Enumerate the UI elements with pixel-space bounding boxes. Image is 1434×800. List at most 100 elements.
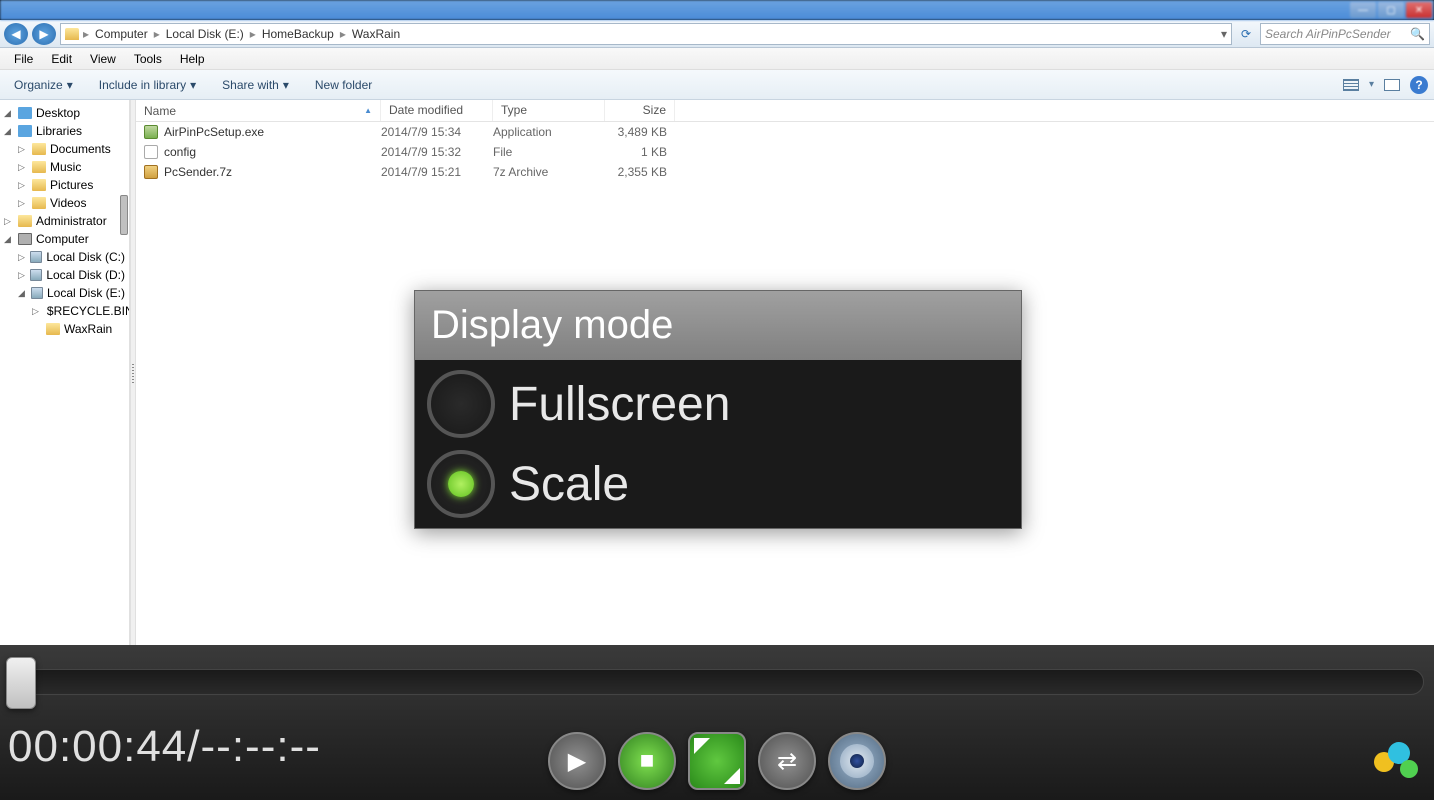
tree-item[interactable]: ◢ Libraries [0, 122, 129, 140]
tree-item-label: Videos [50, 196, 86, 210]
tree-item[interactable]: ◢Local Disk (E:) [0, 284, 129, 302]
file-name: PcSender.7z [164, 165, 232, 179]
tree-toggle-icon[interactable]: ▷ [18, 198, 28, 209]
sort-ascending-icon: ▲ [364, 106, 372, 115]
breadcrumb-item[interactable]: Computer [93, 27, 150, 41]
folder-icon [32, 143, 46, 155]
forward-button[interactable]: ▶ [32, 23, 56, 45]
window-close-button[interactable]: ✕ [1406, 2, 1432, 18]
folder-icon [18, 107, 32, 119]
tree-item[interactable]: ▷ Local Disk (C:) [0, 248, 129, 266]
folder-icon [18, 125, 32, 137]
window-maximize-button[interactable]: ▢ [1378, 2, 1404, 18]
tree-item[interactable]: ▷Music [0, 158, 129, 176]
arrow-icon [694, 738, 710, 754]
settings-button[interactable] [828, 732, 886, 790]
radio-label: Scale [509, 457, 629, 512]
breadcrumb-item[interactable]: HomeBackup [260, 27, 336, 41]
search-input[interactable]: Search AirPinPcSender 🔍 [1260, 23, 1430, 45]
breadcrumb-item[interactable]: Local Disk (E:) [164, 27, 246, 41]
file-type: File [493, 145, 605, 159]
navigation-bar: ◀ ▶ ▸ Computer ▸ Local Disk (E:) ▸ HomeB… [0, 20, 1434, 48]
tree-toggle-icon[interactable]: ▷ [18, 180, 28, 191]
seek-bar[interactable] [0, 657, 1434, 707]
tree-toggle-icon[interactable]: ▷ [18, 162, 28, 173]
tree-toggle-icon[interactable]: ▷ [4, 216, 14, 227]
address-dropdown-button[interactable]: ▾ [1221, 27, 1227, 41]
navigation-tree: ◢Desktop◢Libraries▷Documents▷Music▷Pictu… [0, 100, 130, 645]
column-header-date[interactable]: Date modified [381, 100, 493, 121]
breadcrumb-item[interactable]: WaxRain [350, 27, 402, 41]
folder-icon [31, 287, 43, 299]
address-bar[interactable]: ▸ Computer ▸ Local Disk (E:) ▸ HomeBacku… [60, 23, 1232, 45]
radio-button[interactable] [427, 370, 495, 438]
file-row[interactable]: AirPinPcSetup.exe2014/7/9 15:34Applicati… [136, 122, 1434, 142]
tree-toggle-icon[interactable]: ◢ [4, 234, 14, 245]
menu-file[interactable]: File [6, 50, 41, 68]
menu-edit[interactable]: Edit [43, 50, 80, 68]
tree-item[interactable]: ◢Computer [0, 230, 129, 248]
folder-icon [18, 215, 32, 227]
tree-item[interactable]: ▷ Documents [0, 140, 129, 158]
column-header-name[interactable]: Name ▲ [136, 100, 381, 121]
include-in-library-button[interactable]: Include in library ▾ [91, 74, 204, 96]
tree-item[interactable]: ▷ Videos [0, 194, 129, 212]
tree-item[interactable]: ▷ Pictures [0, 176, 129, 194]
menu-view[interactable]: View [82, 50, 124, 68]
file-row[interactable]: config2014/7/9 15:32File1 KB [136, 142, 1434, 162]
column-header-size[interactable]: Size [605, 100, 675, 121]
chevron-right-icon: ▸ [154, 27, 160, 41]
view-mode-button[interactable] [1343, 79, 1359, 91]
tree-toggle-icon[interactable]: ▷ [18, 252, 26, 263]
file-icon [144, 165, 158, 179]
fullscreen-toggle-button[interactable] [688, 732, 746, 790]
dialog-title: Display mode [415, 291, 1021, 360]
file-size: 3,489 KB [605, 125, 675, 139]
back-button[interactable]: ◀ [4, 23, 28, 45]
radio-option[interactable]: Scale [419, 444, 1017, 524]
tree-item[interactable]: ▷Local Disk (D:) [0, 266, 129, 284]
tree-item[interactable]: ▷$RECYCLE.BIN [0, 302, 129, 320]
tree-item[interactable]: ▷Administrator [0, 212, 129, 230]
seek-thumb[interactable] [6, 657, 36, 709]
seek-track[interactable] [10, 669, 1424, 695]
tree-item[interactable]: ◢Desktop [0, 104, 129, 122]
radio-button[interactable] [427, 450, 495, 518]
share-with-button[interactable]: Share with ▾ [214, 74, 297, 96]
media-player-bar: 00:00:44/--:--:-- ▶ ■ ⇄ [0, 645, 1434, 800]
tree-item-label: Pictures [50, 178, 93, 192]
tree-toggle-icon[interactable]: ◢ [4, 126, 14, 137]
tree-toggle-icon[interactable]: ◢ [18, 288, 27, 299]
stop-button[interactable]: ■ [618, 732, 676, 790]
help-button[interactable]: ? [1410, 76, 1428, 94]
play-button[interactable]: ▶ [548, 732, 606, 790]
tree-item-label: Documents [50, 142, 111, 156]
file-row[interactable]: PcSender.7z2014/7/9 15:217z Archive2,355… [136, 162, 1434, 182]
sidebar-scrollbar[interactable] [120, 100, 128, 645]
window-minimize-button[interactable]: — [1350, 2, 1376, 18]
swap-button[interactable]: ⇄ [758, 732, 816, 790]
new-folder-button[interactable]: New folder [307, 74, 380, 96]
tree-item-label: Libraries [36, 124, 82, 138]
file-size: 2,355 KB [605, 165, 675, 179]
menu-help[interactable]: Help [172, 50, 213, 68]
tree-item-label: Local Disk (C:) [46, 250, 125, 264]
tree-toggle-icon[interactable]: ▷ [18, 144, 28, 155]
radio-label: Fullscreen [509, 377, 730, 432]
tree-toggle-icon[interactable]: ▷ [32, 306, 39, 317]
organize-button[interactable]: Organize ▾ [6, 74, 81, 96]
menu-tools[interactable]: Tools [126, 50, 170, 68]
tree-toggle-icon[interactable]: ▷ [18, 270, 26, 281]
refresh-button[interactable]: ⟳ [1236, 24, 1256, 44]
column-header-type[interactable]: Type [493, 100, 605, 121]
preview-pane-button[interactable] [1384, 79, 1400, 91]
radio-option[interactable]: Fullscreen [419, 364, 1017, 444]
search-icon: 🔍 [1410, 27, 1425, 41]
tree-toggle-icon[interactable]: ◢ [4, 108, 14, 119]
arrow-icon [724, 768, 740, 784]
brand-logo [1374, 742, 1422, 782]
chevron-down-icon: ▾ [190, 78, 196, 92]
gear-icon [840, 744, 874, 778]
chevron-down-icon[interactable]: ▾ [1369, 79, 1374, 90]
tree-item[interactable]: WaxRain [0, 320, 129, 338]
